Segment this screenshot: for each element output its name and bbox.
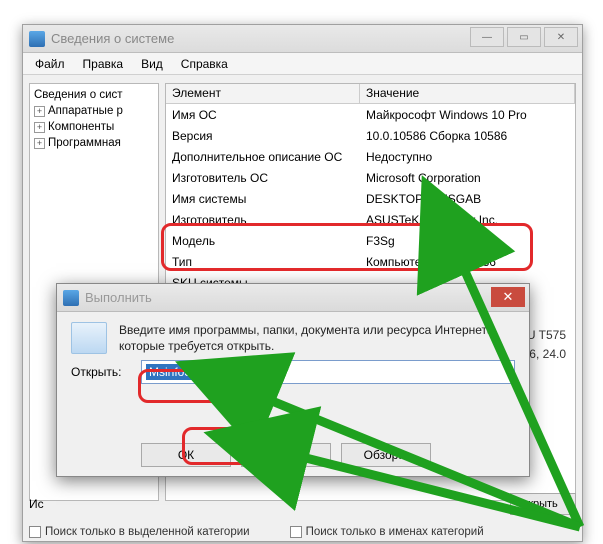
table-row: ИзготовительASUSTeK Computer Inc. [166, 209, 575, 230]
chk-selected-category[interactable]: Поиск только в выделенной категории [29, 526, 250, 538]
cancel-button[interactable]: Отмена [241, 443, 331, 467]
maximize-button[interactable]: ▭ [507, 27, 541, 47]
menu-help[interactable]: Справка [173, 55, 236, 73]
col-element[interactable]: Элемент [166, 84, 360, 103]
ok-button[interactable]: ОК [141, 443, 231, 467]
browse-button[interactable]: Обзор... [341, 443, 431, 467]
close-button[interactable]: ✕ [544, 27, 578, 47]
table-row: Имя системыDESKTOP-0SJSGAB [166, 188, 575, 209]
window-title: Сведения о системе [51, 31, 174, 46]
menu-view[interactable]: Вид [133, 55, 171, 73]
run-app-icon [63, 290, 79, 306]
tree-root-label: Сведения о сист [34, 89, 123, 101]
open-label: Открыть: [71, 365, 133, 379]
menubar: Файл Правка Вид Справка [23, 53, 582, 75]
run-input[interactable]: Msinfo32 ▾ [141, 360, 515, 384]
run-close-button[interactable]: ✕ [491, 287, 525, 307]
run-titlebar[interactable]: Выполнить ✕ [57, 284, 529, 312]
table-row: Версия10.0.10586 Сборка 10586 [166, 125, 575, 146]
search-prefix: Ис [29, 497, 48, 511]
table-row: ТипКомпьютер на базе x86 [166, 251, 575, 272]
chk-names-only[interactable]: Поиск только в именах категорий [290, 526, 484, 538]
chevron-down-icon[interactable]: ▾ [505, 367, 510, 378]
run-dialog: Выполнить ✕ Введите имя программы, папки… [56, 283, 530, 477]
run-title: Выполнить [85, 290, 152, 305]
tree-item-label: Компоненты [48, 121, 114, 133]
app-icon [29, 31, 45, 47]
table-row: МодельF3Sg [166, 230, 575, 251]
run-icon [71, 322, 107, 354]
run-description: Введите имя программы, папки, документа … [119, 322, 515, 354]
expand-icon[interactable]: + [34, 106, 45, 117]
col-value[interactable]: Значение [360, 84, 575, 103]
menu-file[interactable]: Файл [27, 55, 73, 73]
sysinfo-titlebar[interactable]: Сведения о системе — ▭ ✕ [23, 25, 582, 53]
tree-root[interactable]: Сведения о сист [32, 87, 156, 103]
table-row: Изготовитель ОСMicrosoft Corporation [166, 167, 575, 188]
tree-item-components[interactable]: + Компоненты [32, 119, 156, 135]
tree-item-label: Программная [48, 137, 121, 149]
tree-item-software[interactable]: + Программная [32, 135, 156, 151]
minimize-button[interactable]: — [470, 27, 504, 47]
tree-item-hardware[interactable]: + Аппаратные р [32, 103, 156, 119]
expand-icon[interactable]: + [34, 122, 45, 133]
checkbox-icon[interactable] [29, 526, 41, 538]
checkbox-icon[interactable] [290, 526, 302, 538]
close-bottom-button[interactable]: крыть [510, 493, 576, 515]
menu-edit[interactable]: Правка [75, 55, 132, 73]
tree-item-label: Аппаратные р [48, 105, 123, 117]
table-row: Дополнительное описание ОСНедоступно [166, 146, 575, 167]
expand-icon[interactable]: + [34, 138, 45, 149]
table-row: Имя ОСМайкрософт Windows 10 Pro [166, 104, 575, 125]
grid-header: Элемент Значение [166, 84, 575, 104]
run-input-value: Msinfo32 [146, 364, 201, 380]
